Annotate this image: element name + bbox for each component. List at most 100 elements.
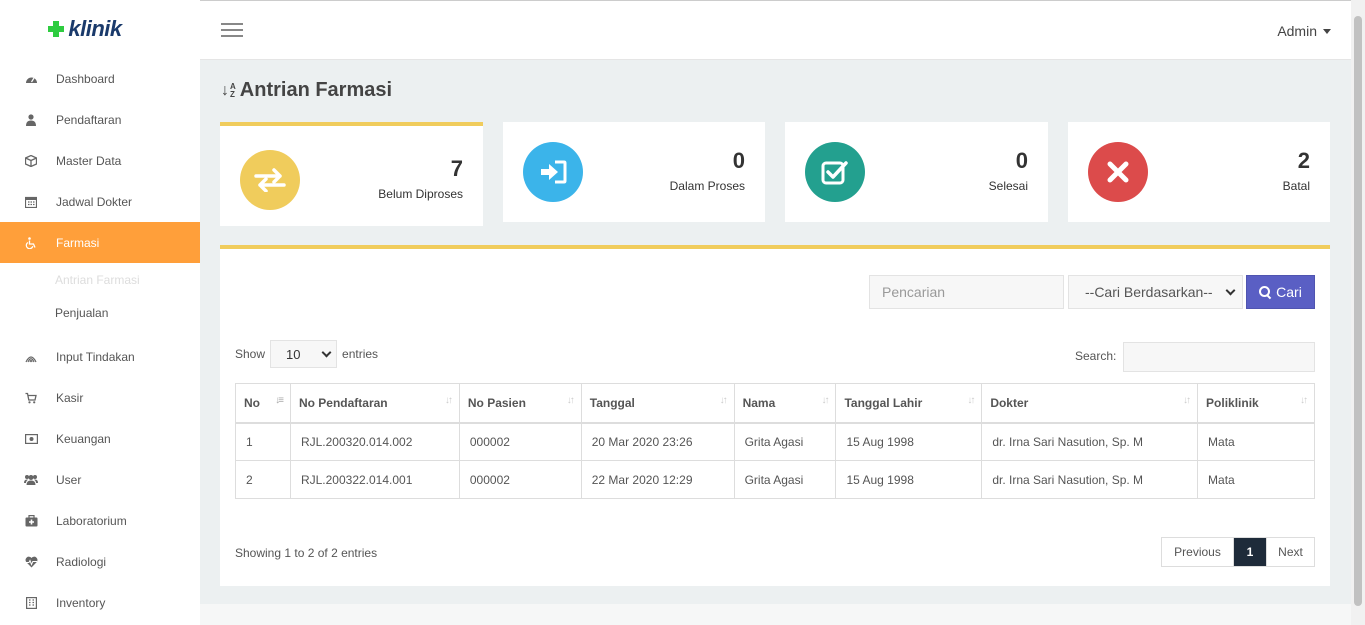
search-input[interactable]	[869, 275, 1064, 309]
sort-icon: ↓↑	[444, 395, 453, 406]
stat-value: 7	[450, 156, 463, 181]
stat-label: Selesai	[988, 179, 1028, 193]
heartbeat-icon	[24, 555, 38, 569]
sort-icon: ↓↑	[1300, 395, 1308, 406]
sort-icon: ↓↑	[566, 395, 575, 406]
table-row[interactable]: 1 RJL.200320.014.002 000002 20 Mar 2020 …	[235, 422, 1315, 461]
col-header-nama[interactable]: Nama ↓↑	[733, 383, 837, 424]
chevron-down-icon	[321, 347, 332, 357]
cell-dokter: dr. Irna Sari Nasution, Sp. M	[981, 460, 1199, 499]
cell-tanggal-lahir: 15 Aug 1998	[835, 460, 983, 499]
table-search-input[interactable]	[1123, 342, 1315, 372]
menu-toggle-icon[interactable]	[221, 23, 243, 37]
sidebar-nav: Dashboard Pendaftaran Master Data Jadwal…	[0, 58, 200, 623]
sidebar-item-input-tindakan[interactable]: Input Tindakan	[0, 336, 200, 377]
sidebar-subitem-penjualan[interactable]: Penjualan	[0, 296, 200, 329]
pagination-previous[interactable]: Previous	[1162, 538, 1234, 566]
sidebar-item-radiologi[interactable]: Radiologi	[0, 541, 200, 582]
user-menu[interactable]: Admin	[1277, 23, 1331, 39]
entries-label: entries	[342, 347, 379, 361]
sidebar-item-label: Dashboard	[56, 71, 115, 86]
pagination: Previous 1 Next	[1161, 537, 1315, 567]
cell-dokter: dr. Irna Sari Nasution, Sp. M	[981, 422, 1199, 461]
cell-tanggal: 22 Mar 2020 12:29	[580, 460, 735, 499]
money-icon	[24, 432, 38, 446]
sidebar-item-jadwal-dokter[interactable]: Jadwal Dokter	[0, 181, 200, 222]
sidebar-item-farmasi[interactable]: Farmasi	[0, 222, 200, 263]
col-header-no[interactable]: No ↓≡	[235, 383, 291, 424]
col-header-tanggal[interactable]: Tanggal ↓↑	[580, 383, 735, 424]
sidebar-item-label: Jadwal Dokter	[56, 194, 133, 209]
search-icon	[1259, 286, 1271, 298]
check-square-icon	[805, 142, 865, 202]
cell-no: 2	[235, 460, 291, 499]
sidebar-item-label: User	[56, 472, 82, 487]
sidebar-item-dashboard[interactable]: Dashboard	[0, 58, 200, 99]
stat-card-selesai[interactable]: 0 Selesai	[785, 122, 1048, 222]
cell-no-pasien: 000002	[458, 422, 582, 461]
sidebar-item-label: Keuangan	[56, 431, 111, 446]
building-icon	[24, 596, 38, 610]
cell-nama: Grita Agasi	[733, 422, 837, 461]
sidebar-item-label: Kasir	[56, 390, 84, 405]
stethoscope-icon	[24, 350, 38, 364]
chevron-down-icon	[1225, 285, 1236, 295]
sort-alpha-icon: ↓ AZ	[221, 81, 236, 99]
sidebar-item-inventory[interactable]: Inventory	[0, 582, 200, 623]
sidebar-item-laboratorium[interactable]: Laboratorium	[0, 500, 200, 541]
stat-label: Belum Diproses	[378, 187, 463, 201]
stat-card-batal[interactable]: 2 Batal	[1068, 122, 1330, 222]
sign-in-icon	[523, 142, 583, 202]
sidebar-item-user[interactable]: User	[0, 459, 200, 500]
sidebar-item-kasir[interactable]: Kasir	[0, 377, 200, 418]
stat-card-belum-diproses[interactable]: 7 Belum Diproses	[220, 122, 483, 226]
sidebar-item-pendaftaran[interactable]: Pendaftaran	[0, 99, 200, 140]
sidebar-item-keuangan[interactable]: Keuangan	[0, 418, 200, 459]
sidebar-item-label: Master Data	[56, 153, 122, 168]
sidebar-item-master-data[interactable]: Master Data	[0, 140, 200, 181]
stat-value: 0	[732, 148, 745, 173]
search-button[interactable]: Cari	[1246, 275, 1315, 309]
medkit-icon	[24, 514, 38, 528]
table-info: Showing 1 to 2 of 2 entries	[235, 546, 378, 560]
exchange-icon	[240, 150, 300, 210]
times-icon	[1088, 142, 1148, 202]
cell-tanggal-lahir: 15 Aug 1998	[835, 422, 983, 461]
wheelchair-icon	[24, 236, 38, 250]
col-header-poliklinik[interactable]: Poliklinik ↓↑	[1197, 383, 1315, 424]
entries-select[interactable]: 10	[270, 340, 338, 368]
sidebar-subitem-antrian-farmasi[interactable]: Antrian Farmasi	[0, 263, 200, 296]
page-title: ↓ AZ Antrian Farmasi	[221, 79, 392, 102]
cell-no-pendaftaran: RJL.200322.014.001	[289, 460, 460, 499]
stat-card-dalam-proses[interactable]: 0 Dalam Proses	[503, 122, 765, 222]
table-row[interactable]: 2 RJL.200322.014.001 000002 22 Mar 2020 …	[235, 460, 1315, 499]
page-scrollbar[interactable]	[1351, 0, 1365, 625]
sort-icon: ↓↑	[719, 395, 728, 406]
select-value: --Cari Berdasarkan--	[1085, 284, 1213, 300]
col-header-no-pendaftaran[interactable]: No Pendaftaran ↓↑	[289, 383, 460, 424]
sidebar-item-label: Radiologi	[56, 554, 107, 569]
caret-down-icon	[1323, 28, 1331, 34]
table-header-row: No ↓≡ No Pendaftaran ↓↑ No Pasien ↓↑ Tangga…	[235, 383, 1315, 424]
cube-icon	[24, 154, 38, 168]
col-header-dokter[interactable]: Dokter ↓↑	[981, 383, 1199, 424]
brand-logo[interactable]: klinik	[0, 0, 200, 58]
sort-icon: ↓↑	[1183, 395, 1191, 406]
scrollbar-thumb[interactable]	[1354, 16, 1362, 606]
cell-tanggal: 20 Mar 2020 23:26	[580, 422, 735, 461]
pagination-next[interactable]: Next	[1266, 538, 1314, 566]
sidebar-item-label: Input Tindakan	[56, 349, 135, 364]
queue-panel: --Cari Berdasarkan-- Cari Show 10 entrie…	[220, 245, 1330, 586]
entries-length-control: Show 10 entries	[235, 340, 378, 368]
show-label: Show	[235, 347, 266, 361]
cross-icon	[48, 21, 65, 37]
col-header-no-pasien[interactable]: No Pasien ↓↑	[458, 383, 582, 424]
pagination-page-1[interactable]: 1	[1234, 538, 1266, 566]
user-icon	[24, 113, 38, 127]
sidebar: klinik Dashboard Pendaftaran Master Data…	[0, 0, 200, 625]
search-field-select[interactable]: --Cari Berdasarkan--	[1068, 275, 1243, 309]
dashboard-icon	[24, 72, 38, 86]
col-header-tanggal-lahir[interactable]: Tanggal Lahir ↓↑	[835, 383, 983, 424]
cell-no-pasien: 000002	[458, 460, 582, 499]
user-name: Admin	[1277, 23, 1317, 39]
